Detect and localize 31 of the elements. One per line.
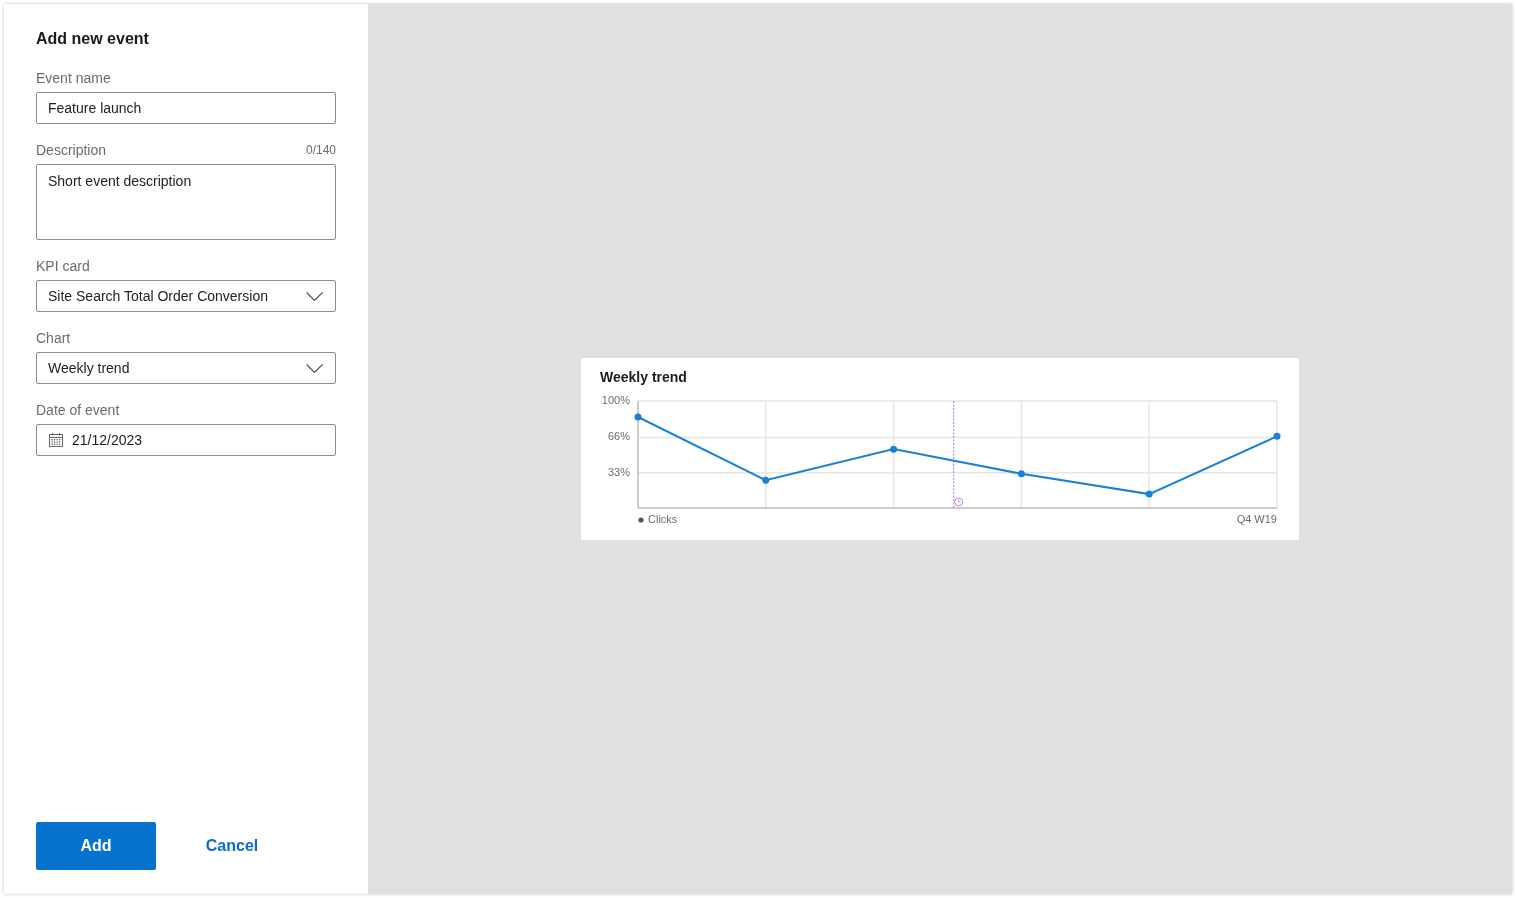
field-label: Event name (36, 69, 111, 88)
add-button[interactable]: Add (36, 822, 156, 870)
data-point (1273, 432, 1281, 440)
cancel-button[interactable]: Cancel (172, 822, 292, 870)
data-point (1145, 490, 1153, 498)
dropdown[interactable]: Weekly trend (36, 352, 336, 384)
y-axis-label: 66% (607, 430, 630, 443)
field-label: Chart (36, 329, 71, 348)
y-axis-label: 33% (607, 465, 630, 478)
date-field[interactable]: 21/12/2023 (36, 424, 336, 456)
panel-title: Add new event (36, 29, 150, 49)
y-axis-label: 100% (601, 393, 630, 406)
data-point (762, 476, 770, 484)
chevron-down-icon (306, 363, 323, 373)
text-field[interactable]: Feature launch (36, 92, 336, 124)
data-point (890, 445, 898, 453)
field-label: KPI card (36, 257, 90, 276)
data-point (634, 413, 642, 421)
clock-icon (954, 497, 964, 507)
field-label: Description (36, 141, 107, 160)
legend-label: Clicks (648, 512, 678, 525)
description-field[interactable]: Short event description (36, 164, 336, 240)
x-axis-label: Q4 W19 (1236, 512, 1277, 525)
dropdown[interactable]: Site Search Total Order Conversion (36, 280, 336, 312)
chart-title: Weekly trend (600, 368, 687, 386)
field-label: Date of event (36, 401, 120, 420)
legend-dot-icon (638, 517, 644, 523)
chevron-down-icon (306, 291, 323, 301)
character-counter: 0/140 (305, 142, 336, 158)
data-point (1017, 470, 1025, 478)
calendar-icon (49, 433, 63, 447)
